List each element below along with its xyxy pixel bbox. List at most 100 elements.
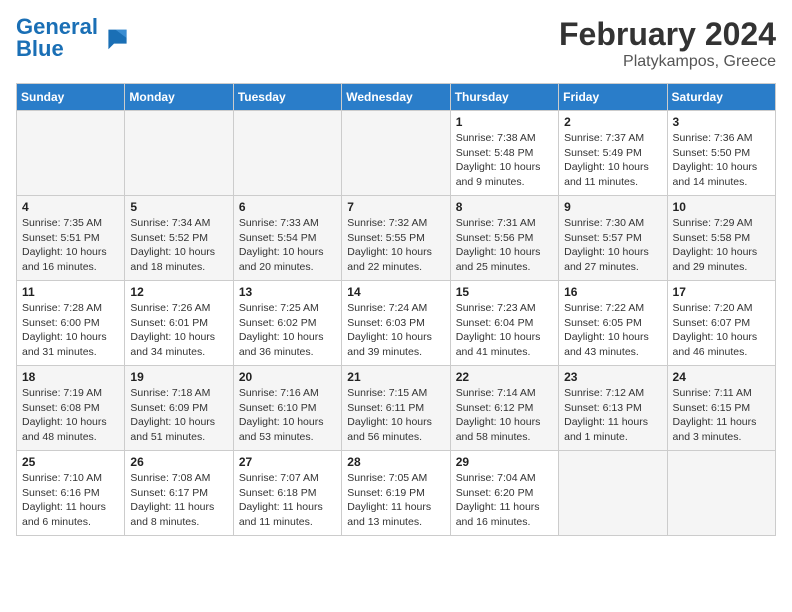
calendar-cell: 21 Sunrise: 7:15 AMSunset: 6:11 PMDayligh… (342, 366, 450, 451)
day-number: 23 (564, 370, 661, 384)
calendar-week-row: 11 Sunrise: 7:28 AMSunset: 6:00 PMDayligh… (17, 281, 776, 366)
day-info: Sunrise: 7:22 AMSunset: 6:05 PMDaylight:… (564, 301, 661, 360)
logo-icon (100, 24, 128, 52)
calendar-cell (233, 111, 341, 196)
calendar-cell: 10 Sunrise: 7:29 AMSunset: 5:58 PMDayligh… (667, 196, 775, 281)
calendar-cell (17, 111, 125, 196)
day-number: 3 (673, 115, 770, 129)
column-header-wednesday: Wednesday (342, 84, 450, 111)
calendar-week-row: 4 Sunrise: 7:35 AMSunset: 5:51 PMDaylight… (17, 196, 776, 281)
calendar-cell: 17Sunrise: 7:20 AMSunset: 6:07 PMDayligh… (667, 281, 775, 366)
calendar-cell: 11 Sunrise: 7:28 AMSunset: 6:00 PMDayligh… (17, 281, 125, 366)
calendar-cell: 29Sunrise: 7:04 AMSunset: 6:20 PMDayligh… (450, 451, 558, 536)
calendar-cell: 23 Sunrise: 7:12 AMSunset: 6:13 PMDayligh… (559, 366, 667, 451)
day-info: Sunrise: 7:35 AMSunset: 5:51 PMDaylight:… (22, 216, 119, 275)
column-header-friday: Friday (559, 84, 667, 111)
calendar-cell: 27Sunrise: 7:07 AMSunset: 6:18 PMDayligh… (233, 451, 341, 536)
day-info: Sunrise: 7:14 AMSunset: 6:12 PMDaylight:… (456, 386, 553, 445)
day-number: 6 (239, 200, 336, 214)
day-info: Sunrise: 7:33 AMSunset: 5:54 PMDaylight:… (239, 216, 336, 275)
calendar-cell: 7Sunrise: 7:32 AMSunset: 5:55 PMDaylight… (342, 196, 450, 281)
day-number: 13 (239, 285, 336, 299)
day-info: Sunrise: 7:11 AMSunset: 6:15 PMDaylight:… (673, 386, 770, 445)
day-info: Sunrise: 7:10 AMSunset: 6:16 PMDaylight:… (22, 471, 119, 530)
calendar-header-row: SundayMondayTuesdayWednesdayThursdayFrid… (17, 84, 776, 111)
day-info: Sunrise: 7:30 AMSunset: 5:57 PMDaylight:… (564, 216, 661, 275)
day-info: Sunrise: 7:08 AMSunset: 6:17 PMDaylight:… (130, 471, 227, 530)
calendar-cell: 25 Sunrise: 7:10 AMSunset: 6:16 PMDayligh… (17, 451, 125, 536)
day-number: 27 (239, 455, 336, 469)
calendar-title: February 2024 (559, 16, 776, 53)
day-info: Sunrise: 7:28 AMSunset: 6:00 PMDaylight:… (22, 301, 119, 360)
day-number: 14 (347, 285, 444, 299)
day-number: 25 (22, 455, 119, 469)
day-number: 22 (456, 370, 553, 384)
day-number: 5 (130, 200, 227, 214)
calendar-cell: 22 Sunrise: 7:14 AMSunset: 6:12 PMDayligh… (450, 366, 558, 451)
day-number: 20 (239, 370, 336, 384)
day-number: 4 (22, 200, 119, 214)
logo-blue: Blue (16, 36, 64, 61)
day-number: 2 (564, 115, 661, 129)
day-number: 18 (22, 370, 119, 384)
day-info: Sunrise: 7:26 AMSunset: 6:01 PMDaylight:… (130, 301, 227, 360)
calendar-cell: 14Sunrise: 7:24 AMSunset: 6:03 PMDayligh… (342, 281, 450, 366)
calendar-cell (667, 451, 775, 536)
day-number: 8 (456, 200, 553, 214)
day-number: 16 (564, 285, 661, 299)
logo-wordmark: General Blue (16, 16, 98, 60)
day-info: Sunrise: 7:38 AMSunset: 5:48 PMDaylight:… (456, 131, 553, 190)
column-header-monday: Monday (125, 84, 233, 111)
day-info: Sunrise: 7:04 AMSunset: 6:20 PMDaylight:… (456, 471, 553, 530)
calendar-cell: 13 Sunrise: 7:25 AMSunset: 6:02 PMDayligh… (233, 281, 341, 366)
calendar-cell: 6 Sunrise: 7:33 AMSunset: 5:54 PMDaylight… (233, 196, 341, 281)
column-header-sunday: Sunday (17, 84, 125, 111)
calendar-cell (125, 111, 233, 196)
day-info: Sunrise: 7:20 AMSunset: 6:07 PMDaylight:… (673, 301, 770, 360)
day-info: Sunrise: 7:19 AMSunset: 6:08 PMDaylight:… (22, 386, 119, 445)
calendar-cell: 5 Sunrise: 7:34 AMSunset: 5:52 PMDaylight… (125, 196, 233, 281)
day-info: Sunrise: 7:18 AMSunset: 6:09 PMDaylight:… (130, 386, 227, 445)
calendar-cell: 1 Sunrise: 7:38 AMSunset: 5:48 PMDaylight… (450, 111, 558, 196)
day-info: Sunrise: 7:12 AMSunset: 6:13 PMDaylight:… (564, 386, 661, 445)
day-number: 28 (347, 455, 444, 469)
day-info: Sunrise: 7:34 AMSunset: 5:52 PMDaylight:… (130, 216, 227, 275)
day-number: 21 (347, 370, 444, 384)
calendar-cell: 12Sunrise: 7:26 AMSunset: 6:01 PMDayligh… (125, 281, 233, 366)
day-info: Sunrise: 7:16 AMSunset: 6:10 PMDaylight:… (239, 386, 336, 445)
calendar-cell: 18 Sunrise: 7:19 AMSunset: 6:08 PMDayligh… (17, 366, 125, 451)
calendar-cell (559, 451, 667, 536)
day-info: Sunrise: 7:15 AMSunset: 6:11 PMDaylight:… (347, 386, 444, 445)
page-header: General Blue February 2024 Platykampos, … (16, 16, 776, 71)
calendar-week-row: 18 Sunrise: 7:19 AMSunset: 6:08 PMDayligh… (17, 366, 776, 451)
calendar-cell: 26 Sunrise: 7:08 AMSunset: 6:17 PMDayligh… (125, 451, 233, 536)
logo: General Blue (16, 16, 128, 60)
calendar-cell: 3 Sunrise: 7:36 AMSunset: 5:50 PMDaylight… (667, 111, 775, 196)
calendar-cell: 8Sunrise: 7:31 AMSunset: 5:56 PMDaylight… (450, 196, 558, 281)
calendar-table: SundayMondayTuesdayWednesdayThursdayFrid… (16, 83, 776, 536)
day-number: 19 (130, 370, 227, 384)
calendar-week-row: 1 Sunrise: 7:38 AMSunset: 5:48 PMDaylight… (17, 111, 776, 196)
day-info: Sunrise: 7:29 AMSunset: 5:58 PMDaylight:… (673, 216, 770, 275)
calendar-cell: 15Sunrise: 7:23 AMSunset: 6:04 PMDayligh… (450, 281, 558, 366)
column-header-thursday: Thursday (450, 84, 558, 111)
calendar-cell: 24 Sunrise: 7:11 AMSunset: 6:15 PMDayligh… (667, 366, 775, 451)
day-number: 9 (564, 200, 661, 214)
calendar-cell (342, 111, 450, 196)
day-info: Sunrise: 7:37 AMSunset: 5:49 PMDaylight:… (564, 131, 661, 190)
calendar-cell: 16 Sunrise: 7:22 AMSunset: 6:05 PMDayligh… (559, 281, 667, 366)
calendar-week-row: 25 Sunrise: 7:10 AMSunset: 6:16 PMDayligh… (17, 451, 776, 536)
day-number: 1 (456, 115, 553, 129)
column-header-tuesday: Tuesday (233, 84, 341, 111)
day-number: 11 (22, 285, 119, 299)
day-number: 24 (673, 370, 770, 384)
day-number: 26 (130, 455, 227, 469)
column-header-saturday: Saturday (667, 84, 775, 111)
day-number: 10 (673, 200, 770, 214)
calendar-cell: 20 Sunrise: 7:16 AMSunset: 6:10 PMDayligh… (233, 366, 341, 451)
day-info: Sunrise: 7:36 AMSunset: 5:50 PMDaylight:… (673, 131, 770, 190)
calendar-cell: 2 Sunrise: 7:37 AMSunset: 5:49 PMDaylight… (559, 111, 667, 196)
calendar-subtitle: Platykampos, Greece (559, 53, 776, 71)
day-info: Sunrise: 7:25 AMSunset: 6:02 PMDaylight:… (239, 301, 336, 360)
day-number: 7 (347, 200, 444, 214)
